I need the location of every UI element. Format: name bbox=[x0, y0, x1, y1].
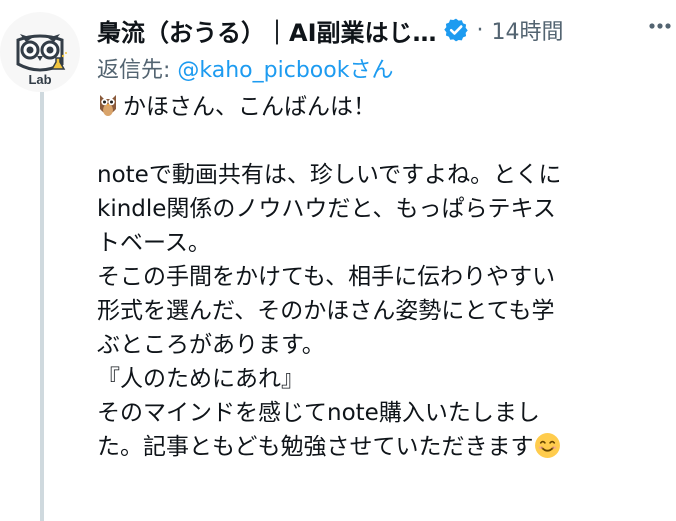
timestamp[interactable]: 14時間 bbox=[492, 14, 564, 46]
text-line: 形式を選んだ、そのかほさん姿勢にとても学 bbox=[97, 298, 555, 324]
reply-prefix: 返信先: bbox=[97, 58, 178, 83]
avatar[interactable]: Lab bbox=[0, 12, 80, 92]
avatar-label: Lab bbox=[28, 72, 51, 87]
text-line: トベース。 bbox=[97, 230, 211, 256]
more-options-icon[interactable] bbox=[649, 22, 671, 30]
text-line: 『人のためにあれ』 bbox=[97, 366, 304, 392]
last-line: た。記事ともども勉強させていただきます bbox=[97, 430, 669, 464]
text-line: kindle関係のノウハウだと、もっぱらテキス bbox=[97, 196, 556, 222]
greeting-text: かほさん、こんばんは！ bbox=[123, 94, 376, 120]
tweet-text: かほさん、こんばんは！ noteで動画共有は、珍しいですよね。とくに kindl… bbox=[97, 90, 669, 464]
verified-badge-icon[interactable] bbox=[443, 17, 469, 43]
tweet: Lab 梟流（おうる）｜AI副業はじ… · 14時間 返信先: @kaho_pi… bbox=[0, 0, 676, 521]
text-line: そこの手間をかけても、相手に伝わりやすい bbox=[97, 264, 556, 290]
author-display-name[interactable]: 梟流（おうる）｜AI副業はじ… bbox=[97, 13, 437, 48]
text-line: ぶところがあります。 bbox=[97, 332, 325, 358]
text-line: た。記事ともども勉強させていただきます bbox=[97, 434, 534, 460]
reply-handle-link[interactable]: @kaho_picbookさん bbox=[177, 58, 393, 83]
thread-line bbox=[40, 92, 44, 521]
text-line: noteで動画共有は、珍しいですよね。とくに bbox=[97, 162, 562, 188]
tweet-header: 梟流（おうる）｜AI副業はじ… · 14時間 bbox=[97, 6, 667, 54]
owl-emoji-icon bbox=[100, 95, 116, 116]
reply-to: 返信先: @kaho_picbookさん bbox=[97, 52, 393, 84]
owl-logo-icon: Lab bbox=[16, 34, 67, 87]
text-line: そのマインドを感じてnote購入いたしまし bbox=[97, 400, 540, 426]
time-separator: · bbox=[476, 17, 484, 43]
smiling-face-emoji-icon bbox=[534, 433, 560, 458]
greeting-line: かほさん、こんばんは！ bbox=[97, 90, 669, 124]
